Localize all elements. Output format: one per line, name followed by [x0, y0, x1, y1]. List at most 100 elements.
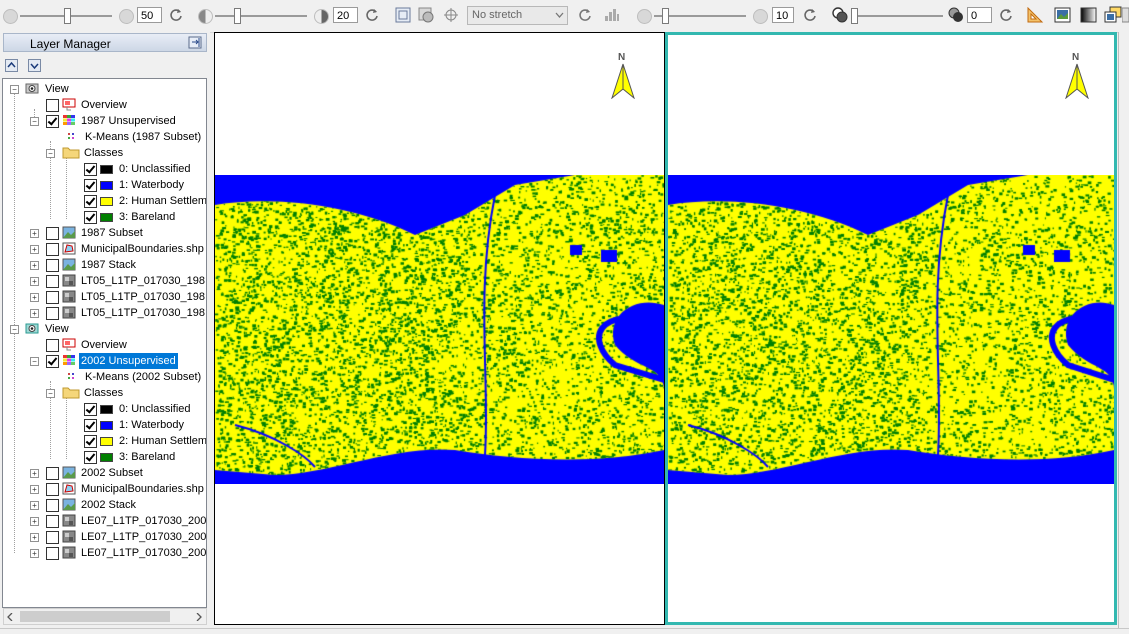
layer-checkbox[interactable] — [46, 227, 59, 240]
class-checkbox[interactable] — [84, 211, 97, 224]
layer-checkbox[interactable] — [46, 499, 59, 512]
class-checkbox[interactable] — [84, 163, 97, 176]
expand-icon[interactable]: + — [30, 533, 39, 542]
layer-checkbox[interactable] — [46, 275, 59, 288]
refresh-icon[interactable] — [578, 8, 592, 22]
tree-label: 3: Bareland — [119, 451, 176, 463]
classified-map-2002[interactable] — [668, 175, 1114, 484]
gradient-icon[interactable] — [1080, 7, 1097, 23]
layer-manager-title: Layer Manager — [30, 37, 111, 51]
class-color-swatch[interactable] — [100, 165, 113, 174]
transparency-reset-icon[interactable] — [832, 7, 848, 23]
collapse-icon[interactable]: − — [10, 325, 19, 334]
expand-icon[interactable]: + — [30, 293, 39, 302]
layer-checkbox[interactable] — [46, 115, 59, 128]
raster-icon — [62, 498, 76, 511]
pan-icon[interactable] — [444, 8, 458, 22]
refresh-icon[interactable] — [999, 8, 1013, 22]
brightness-reset-button[interactable] — [3, 9, 18, 24]
class-color-swatch[interactable] — [100, 197, 113, 206]
transparency-slider-thumb[interactable] — [851, 8, 858, 24]
contrast-reset-button[interactable] — [198, 9, 213, 24]
sharpen-reset-button[interactable] — [637, 9, 652, 24]
expand-icon[interactable]: + — [30, 485, 39, 494]
class-checkbox[interactable] — [84, 435, 97, 448]
layer-checkbox[interactable] — [46, 259, 59, 272]
kmeans-icon — [68, 133, 74, 139]
expand-icon[interactable]: + — [30, 277, 39, 286]
refresh-icon[interactable] — [803, 8, 817, 22]
class-color-swatch[interactable] — [100, 181, 113, 190]
refresh-icon[interactable] — [169, 8, 183, 22]
collapse-icon[interactable]: − — [46, 149, 55, 158]
brightness-slider-thumb[interactable] — [64, 8, 71, 24]
sharpen-slider-thumb[interactable] — [662, 8, 669, 24]
class-color-swatch[interactable] — [100, 421, 113, 430]
tree-horizontal-scrollbar[interactable] — [3, 608, 207, 625]
expand-icon[interactable]: + — [30, 245, 39, 254]
expand-icon[interactable]: + — [30, 309, 39, 318]
class-checkbox[interactable] — [84, 419, 97, 432]
scroll-right-icon[interactable] — [196, 613, 202, 621]
image-icon[interactable] — [1054, 7, 1071, 23]
layer-checkbox[interactable] — [46, 515, 59, 528]
class-checkbox[interactable] — [84, 195, 97, 208]
more-icon[interactable] — [1122, 7, 1129, 23]
brightness-input[interactable]: 50 — [137, 7, 162, 23]
layer-checkbox[interactable] — [46, 243, 59, 256]
class-color-swatch[interactable] — [100, 213, 113, 222]
expand-icon[interactable]: + — [30, 517, 39, 526]
layer-checkbox[interactable] — [46, 339, 59, 352]
tree-label: K-Means (1987 Subset) — [85, 131, 202, 143]
tree-label: 1987 Subset — [81, 227, 143, 239]
tree-label: 0: Unclassified — [119, 163, 191, 175]
expand-icon[interactable]: + — [30, 469, 39, 478]
classified-map-1987[interactable] — [215, 175, 664, 484]
refresh-icon[interactable] — [365, 8, 379, 22]
collapse-icon[interactable]: − — [46, 389, 55, 398]
layer-checkbox[interactable] — [46, 483, 59, 496]
expand-icon[interactable]: + — [30, 549, 39, 558]
collapse-icon[interactable]: − — [30, 117, 39, 126]
layer-stretch-icon[interactable] — [417, 6, 435, 24]
move-down-icon[interactable] — [28, 59, 41, 72]
collapse-icon[interactable]: − — [30, 357, 39, 366]
class-color-swatch[interactable] — [100, 453, 113, 462]
contrast-slider[interactable] — [215, 15, 307, 17]
tree-label: LE07_L1TP_017030_200 — [81, 515, 207, 527]
contrast-input[interactable]: 20 — [333, 7, 358, 23]
map-view-1987[interactable]: N — [214, 32, 665, 625]
map-view-2002[interactable]: N — [665, 32, 1117, 625]
layer-checkbox[interactable] — [46, 291, 59, 304]
histogram-icon[interactable] — [604, 8, 620, 22]
tree-label: 2002 Stack — [81, 499, 137, 511]
stretch-select[interactable]: No stretch — [467, 6, 568, 25]
measure-icon[interactable] — [1027, 7, 1045, 23]
move-up-icon[interactable] — [5, 59, 18, 72]
layer-checkbox[interactable] — [46, 467, 59, 480]
auto-hide-icon[interactable] — [188, 36, 202, 49]
transparency-slider[interactable] — [851, 15, 943, 17]
layer-checkbox[interactable] — [46, 307, 59, 320]
expand-icon[interactable]: + — [30, 229, 39, 238]
class-checkbox[interactable] — [84, 179, 97, 192]
layer-tree: − View Overview − 1987 Unsupervised K-Me… — [2, 78, 207, 608]
transparency-input[interactable]: 0 — [967, 7, 992, 23]
expand-icon[interactable]: + — [30, 501, 39, 510]
collapse-icon[interactable]: − — [10, 85, 19, 94]
contrast-slider-thumb[interactable] — [234, 8, 241, 24]
layer-checkbox[interactable] — [46, 99, 59, 112]
class-checkbox[interactable] — [84, 403, 97, 416]
expand-icon[interactable]: + — [30, 261, 39, 270]
layers-icon[interactable] — [1104, 6, 1122, 23]
scroll-left-icon[interactable] — [7, 613, 13, 621]
sharpen-input[interactable]: 10 — [772, 7, 794, 23]
layer-checkbox[interactable] — [46, 547, 59, 560]
class-color-swatch[interactable] — [100, 437, 113, 446]
layer-checkbox[interactable] — [46, 355, 59, 368]
class-checkbox[interactable] — [84, 451, 97, 464]
class-color-swatch[interactable] — [100, 405, 113, 414]
scrollbar-thumb[interactable] — [20, 611, 170, 622]
layer-checkbox[interactable] — [46, 531, 59, 544]
zoom-extent-icon[interactable] — [395, 7, 411, 23]
